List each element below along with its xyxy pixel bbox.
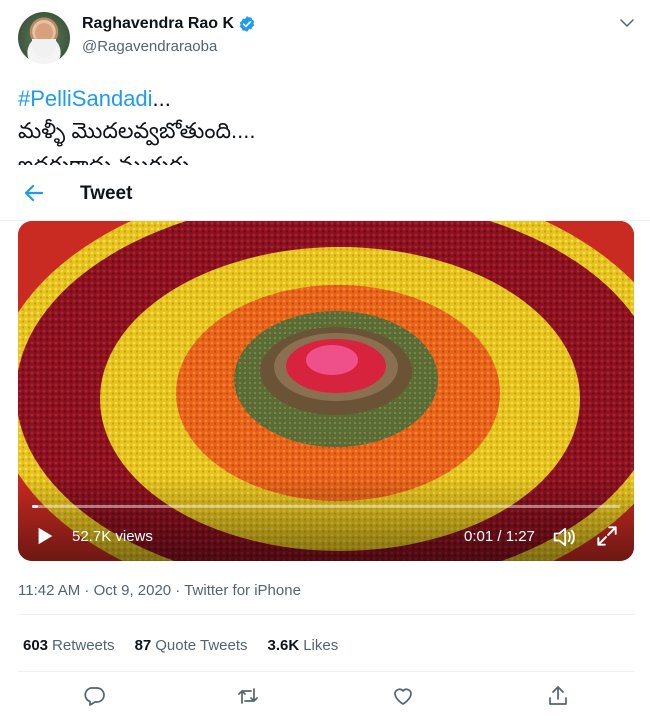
quote-tweets-stat[interactable]: 87 Quote Tweets <box>135 637 248 654</box>
video-frame <box>18 221 634 561</box>
video-controls: 52.7K views 0:01 / 1:27 <box>18 517 634 557</box>
chevron-down-icon[interactable] <box>618 14 636 32</box>
quote-tweets-label: Quote Tweets <box>155 637 248 654</box>
hashtag-text[interactable]: #PelliSandadi <box>18 86 153 111</box>
tweet-actions <box>0 684 650 714</box>
author-name[interactable]: Raghavendra Rao K <box>82 15 256 33</box>
reply-icon[interactable] <box>82 684 108 710</box>
retweets-stat[interactable]: 603 Retweets <box>23 637 115 654</box>
like-icon[interactable] <box>391 684 417 710</box>
tweet-preview-top: Raghavendra Rao K @Ragavendraraoba #Pell… <box>0 0 650 165</box>
video-scrubber[interactable] <box>32 505 620 508</box>
divider <box>18 671 634 672</box>
video-views: 52.7K views <box>72 528 153 545</box>
verified-icon <box>238 15 256 33</box>
author-handle[interactable]: @Ragavendraraoba <box>82 38 217 55</box>
tweet-stats: 603 Retweets 87 Quote Tweets 3.6K Likes <box>23 637 338 654</box>
hashtag-suffix: ... <box>152 86 171 111</box>
likes-count: 3.6K <box>267 637 300 654</box>
retweet-icon[interactable] <box>236 684 262 710</box>
page-title: Tweet <box>80 183 133 204</box>
tweet-hashtag[interactable]: #PelliSandadi... <box>18 86 171 112</box>
fullscreen-icon[interactable] <box>594 523 620 549</box>
volume-icon[interactable] <box>550 523 578 551</box>
video-time: 0:01 / 1:27 <box>464 528 535 545</box>
tweet-timestamp[interactable]: 11:42 AM · Oct 9, 2020 · Twitter for iPh… <box>18 582 301 599</box>
tweet-text-line1: మళ్ళీ మొదలవ్వబోతుంది.... <box>18 118 256 143</box>
avatar[interactable] <box>18 12 70 64</box>
likes-label: Likes <box>303 637 339 654</box>
likes-stat[interactable]: 3.6K Likes <box>268 637 339 654</box>
play-icon[interactable] <box>34 525 56 547</box>
tweet-text-line2: ఇద్దరుకాదు ముగ్గురు <box>18 152 190 165</box>
retweets-label: Retweets <box>52 637 115 654</box>
video-player[interactable]: 52.7K views 0:01 / 1:27 <box>18 221 634 561</box>
divider <box>18 614 634 615</box>
tweet-header: Tweet <box>0 165 650 221</box>
video-progress <box>32 505 38 508</box>
share-icon[interactable] <box>546 684 572 710</box>
quote-tweets-count: 87 <box>134 637 152 654</box>
author-name-text[interactable]: Raghavendra Rao K <box>82 15 234 33</box>
retweets-count: 603 <box>23 637 49 654</box>
back-arrow-icon[interactable] <box>22 181 46 205</box>
